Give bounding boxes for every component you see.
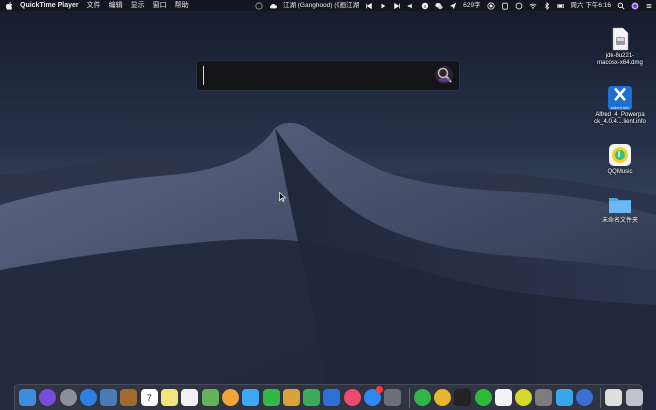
word-count-text[interactable]: 629字 [460,0,483,11]
notes-icon[interactable] [161,389,179,406]
system-preferences-icon[interactable] [384,389,402,406]
numbers-icon[interactable] [303,389,321,406]
finder-icon[interactable] [19,389,36,406]
desktop-icon-untitled-folder[interactable]: 未命名文件夹 [590,192,650,225]
folder-icon [609,198,631,213]
xclient-app-icon: xclient.info [608,86,632,110]
user-avatar-icon[interactable] [628,2,642,10]
desktop-icon-label: jdk-8u221- [605,53,635,59]
desktop-icon-label: 未命名文件夹 [601,218,638,224]
play-icon[interactable] [376,2,390,10]
messages-icon[interactable] [242,389,260,406]
alfred-search-input[interactable] [203,66,426,85]
chrome-icon[interactable] [433,389,451,406]
notification-badge [376,386,384,393]
desktop-icon-label: QQMusic [607,169,633,175]
wifi-icon[interactable] [526,2,540,10]
app-gear-icon[interactable] [535,389,553,406]
terminal-icon[interactable] [454,389,472,406]
wechat-menu-icon[interactable] [432,2,446,10]
desktop-icon-label: ck_4.0.4....lient.info [594,119,646,125]
spotlight-icon[interactable] [614,2,628,10]
dock: 7 [14,384,643,410]
apple-menu-icon[interactable] [6,1,13,10]
qqmusic-app-icon [609,144,631,166]
menu-help[interactable]: 帮助 [171,0,193,11]
info-icon[interactable] [418,2,432,10]
dock-separator [408,387,410,408]
dock-separator [600,387,602,408]
desktop-icon-label: Alfred_4_Powerpa [595,112,645,118]
battery-icon[interactable] [554,2,568,10]
next-track-icon[interactable] [390,2,404,10]
notebook-icon[interactable] [120,389,138,406]
maps-icon[interactable] [201,389,219,406]
menu-edit[interactable]: 编辑 [105,0,127,11]
desktop-icon-alfred-powerpack[interactable]: xclient.info Alfred_4_Powerpa ck_4.0.4..… [590,86,650,126]
safari-icon[interactable] [79,389,97,406]
screen-record-icon[interactable] [484,1,498,10]
app-play-icon[interactable] [555,389,573,406]
hex-icon[interactable] [512,1,526,10]
desktop-icon-jdk-dmg[interactable]: jdk-8u221- macosx-x64.dmg [590,27,650,67]
launchpad-icon[interactable] [59,389,77,406]
previous-track-icon[interactable] [362,2,376,10]
clipboard-icon[interactable] [498,2,512,10]
desktop-icon-qqmusic[interactable]: QQMusic [590,143,650,176]
menu-file[interactable]: 文件 [83,0,105,11]
notification-center-icon[interactable] [642,2,656,10]
bluetooth-icon[interactable] [540,1,554,10]
facetime-icon[interactable] [262,389,280,406]
mouse-cursor-icon [279,192,286,202]
menu-view[interactable]: 显示 [127,0,149,11]
menu-window[interactable]: 窗口 [149,0,171,11]
music-icon[interactable] [343,389,361,406]
status-area: 江湖 (Ganghood) (《画江湖 629字 周六 下午6:16 [252,0,656,11]
desktop-icon-label: macosx-x64.dmg [597,60,643,66]
status-circle-icon[interactable] [252,1,266,10]
documents-icon[interactable] [605,389,623,406]
alfred-hat-icon[interactable] [434,65,454,85]
calendar-icon[interactable]: 7 [140,389,158,406]
send-icon[interactable] [446,2,460,10]
xclient-watermark: xclient.info [610,105,630,110]
app-green-icon[interactable] [474,389,492,406]
disk-image-icon [612,27,629,51]
alfred-search-bar [197,61,459,90]
reminders-icon[interactable] [181,389,199,406]
clock-text[interactable]: 周六 下午6:16 [568,0,614,11]
appstore-icon[interactable] [364,386,384,406]
keynote-podium-icon[interactable] [323,389,341,406]
preview-icon[interactable] [100,389,118,406]
wechat-icon[interactable] [413,389,431,406]
menu-bar: QuickTime Player 文件 编辑 显示 窗口 帮助 江湖 (Gang… [0,0,656,11]
app-menu[interactable]: QuickTime Player [16,0,83,11]
cloud-icon[interactable] [266,2,280,10]
trash-icon[interactable] [625,389,643,406]
pages-icon[interactable] [494,389,512,406]
now-playing-title[interactable]: 江湖 (Ganghood) (《画江湖 [280,0,362,11]
keynote-icon[interactable] [282,389,300,406]
siri-icon[interactable] [39,389,57,406]
speaker-icon[interactable] [404,2,418,10]
app-yellow-icon[interactable] [515,389,533,406]
photos-icon[interactable] [221,389,239,406]
app-globe-icon[interactable] [576,389,594,406]
